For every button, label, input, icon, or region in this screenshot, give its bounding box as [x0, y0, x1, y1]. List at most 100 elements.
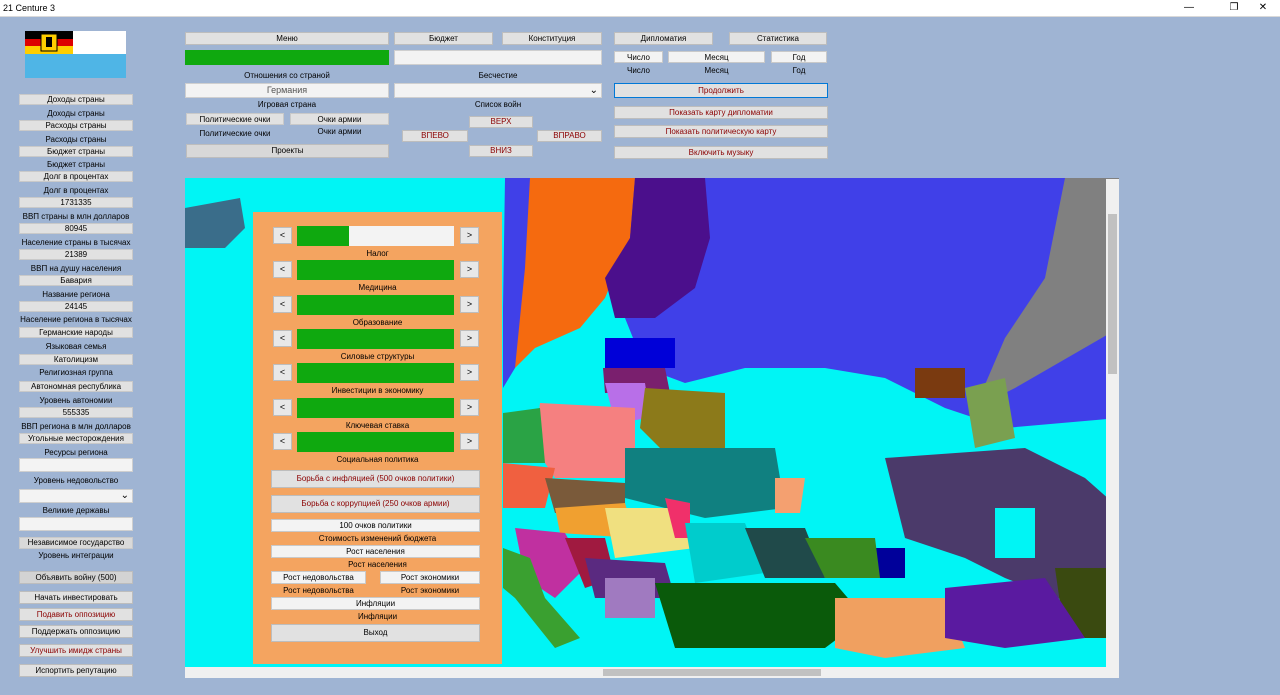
- map-down-button[interactable]: ВНИЗ: [469, 145, 533, 157]
- fight-corruption-button[interactable]: Борьба с коррупцией (250 очков армии): [271, 495, 480, 513]
- slider-decrease-button[interactable]: <: [273, 329, 292, 347]
- statistics-button[interactable]: Статистика: [729, 32, 827, 45]
- info-box: Германские народы: [19, 327, 133, 338]
- vertical-scroll-thumb[interactable]: [1108, 214, 1117, 374]
- minimize-icon[interactable]: —: [1172, 0, 1206, 16]
- info-label: Религиозная группа: [39, 368, 113, 377]
- action-button[interactable]: Поддержать оппозицию: [19, 625, 133, 638]
- info-label: ВВП на душу населения: [30, 264, 122, 273]
- great-powers-value: [19, 517, 133, 531]
- window-title: 21 Centure 3: [3, 3, 56, 13]
- close-icon[interactable]: ✕: [1246, 0, 1280, 16]
- slider-decrease-button[interactable]: <: [273, 227, 292, 244]
- map-vertical-scrollbar[interactable]: [1106, 179, 1119, 667]
- day-box[interactable]: Число: [614, 51, 663, 63]
- slider-increase-button[interactable]: >: [460, 432, 479, 450]
- info-box: 24145: [19, 301, 133, 312]
- integration-label: Уровень интеграции: [38, 551, 114, 560]
- info-label: ВВП страны в млн долларов: [22, 212, 130, 221]
- war-list-select[interactable]: ⌄: [394, 83, 602, 98]
- slider-increase-button[interactable]: >: [460, 295, 479, 313]
- slider-bar[interactable]: [297, 328, 454, 349]
- info-box: 1731335: [19, 197, 133, 208]
- year-box[interactable]: Год: [771, 51, 827, 63]
- slider-increase-button[interactable]: >: [460, 364, 479, 382]
- map-left-button[interactable]: ВПЕВО: [402, 130, 468, 142]
- info-label: Бюджет страны: [47, 160, 105, 169]
- year-label: Год: [792, 66, 806, 75]
- info-label: Население страны в тысячах: [21, 238, 131, 247]
- discontent-label: Уровень недовольство: [33, 476, 119, 485]
- budget-cost-box: 100 очков политики: [271, 519, 480, 532]
- info-label: Доходы страны: [47, 109, 105, 118]
- action-button[interactable]: Подавить оппозицию: [19, 608, 133, 621]
- menu-button[interactable]: Меню: [185, 32, 389, 45]
- political-points-label: Политические очки: [199, 129, 271, 138]
- slider-bar[interactable]: [297, 363, 454, 384]
- info-label: Название региона: [42, 290, 110, 299]
- info-label: Расходы страны: [45, 135, 107, 144]
- month-box[interactable]: Месяц: [668, 51, 765, 63]
- budget-cost-label: Стоимость изменений бюджета: [318, 534, 437, 543]
- dishonor-value: [394, 50, 602, 65]
- info-box: 555335: [19, 407, 133, 418]
- slider-fill: [297, 328, 454, 349]
- info-box: Бюджет страны: [19, 146, 133, 157]
- relations-label: Отношения со страной: [244, 71, 330, 80]
- country-field[interactable]: Германия: [185, 83, 389, 98]
- action-button[interactable]: Начать инвестировать: [19, 591, 133, 604]
- map-right-button[interactable]: ВПРАВО: [537, 130, 602, 142]
- show-diplomacy-map-button[interactable]: Показать карту дипломатии: [614, 106, 828, 119]
- continue-button[interactable]: Продолжить: [614, 83, 828, 98]
- music-on-button[interactable]: Включить музыку: [614, 146, 828, 159]
- slider-bar[interactable]: [297, 226, 454, 246]
- slider-bar[interactable]: [297, 260, 454, 281]
- slider-fill: [297, 260, 454, 281]
- army-points-box: Очки армии: [290, 113, 389, 125]
- army-points-label: Очки армии: [317, 127, 362, 136]
- discontent-select[interactable]: ⌄: [19, 489, 133, 503]
- exit-button[interactable]: Выход: [271, 624, 480, 642]
- map-horizontal-scrollbar[interactable]: [185, 667, 1119, 678]
- slider-decrease-button[interactable]: <: [273, 364, 292, 382]
- title-bar: 21 Centure 3 — ❐ ✕: [0, 0, 1280, 17]
- action-button[interactable]: Улучшить имидж страны: [19, 644, 133, 657]
- pop-growth-box: Рост населения: [271, 545, 480, 558]
- slider-decrease-button[interactable]: <: [273, 295, 292, 313]
- horizontal-scroll-thumb[interactable]: [603, 669, 821, 676]
- slider-decrease-button[interactable]: <: [273, 398, 292, 416]
- discontent-growth-box: Рост недовольства: [271, 571, 366, 584]
- chevron-down-icon: ⌄: [120, 490, 129, 501]
- slider-bar[interactable]: [297, 294, 454, 315]
- slider-increase-button[interactable]: >: [460, 398, 479, 416]
- slider-decrease-button[interactable]: <: [273, 261, 292, 279]
- budget-button[interactable]: Бюджет: [394, 32, 493, 45]
- dishonor-label: Бесчестие: [478, 71, 518, 80]
- slider-fill: [297, 397, 454, 418]
- info-box: Автономная республика: [19, 381, 133, 392]
- slider-bar[interactable]: [297, 431, 454, 452]
- projects-button[interactable]: Проекты: [186, 144, 389, 158]
- diplomacy-button[interactable]: Дипломатия: [614, 32, 713, 45]
- slider-label: Ключевая ставка: [345, 420, 410, 430]
- info-label: Ресурсы региона: [44, 448, 108, 457]
- slider-decrease-button[interactable]: <: [273, 432, 292, 450]
- action-button[interactable]: Объявить войну (500): [19, 571, 133, 584]
- chevron-down-icon: ⌄: [589, 85, 598, 96]
- slider-label: Образование: [352, 317, 403, 327]
- slider-fill: [297, 226, 349, 246]
- slider-increase-button[interactable]: >: [460, 329, 479, 347]
- info-box: Католицизм: [19, 354, 133, 365]
- relations-bar: [185, 50, 389, 65]
- slider-increase-button[interactable]: >: [460, 227, 479, 244]
- slider-bar[interactable]: [297, 397, 454, 418]
- constitution-button[interactable]: Конституция: [502, 32, 602, 45]
- action-button[interactable]: Испортить репутацию: [19, 664, 133, 677]
- show-political-map-button[interactable]: Показать политическую карту: [614, 125, 828, 138]
- inflation-label: Инфляции: [357, 612, 398, 621]
- slider-increase-button[interactable]: >: [460, 261, 479, 279]
- map-up-button[interactable]: ВЕРХ: [469, 116, 533, 128]
- info-label: Население региона в тысячах: [20, 315, 132, 324]
- fight-inflation-button[interactable]: Борьба с инфляцией (500 очков политики): [271, 470, 480, 488]
- info-label: Языковая семья: [45, 342, 107, 351]
